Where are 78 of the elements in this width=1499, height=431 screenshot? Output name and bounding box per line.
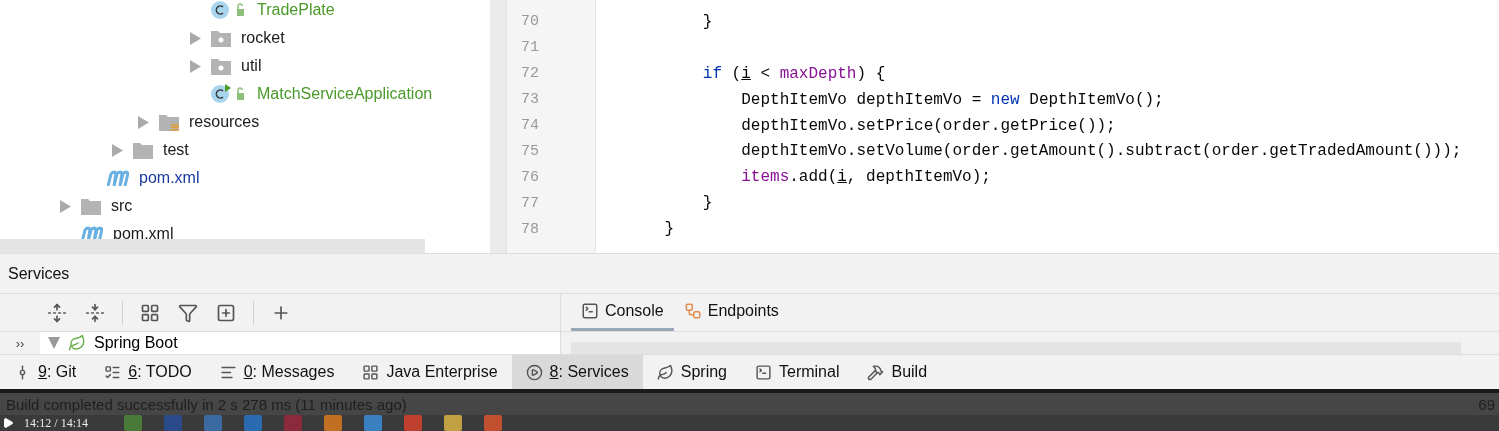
expand-arrow-icon[interactable] xyxy=(112,143,123,157)
package-folder-icon xyxy=(211,57,231,75)
video-time: 14:12 / 14:14 xyxy=(24,415,88,431)
package-folder-icon xyxy=(211,29,231,47)
line-number: 77 xyxy=(520,193,540,214)
filter-icon xyxy=(178,302,198,323)
tree-item-label[interactable]: resources xyxy=(189,113,260,131)
maven-file-icon xyxy=(107,170,129,186)
code-line: DepthItemVo depthItemVo = new DepthItemVo(); xyxy=(740,89,1165,111)
grid-icon xyxy=(140,302,160,323)
terminal-icon xyxy=(581,302,599,321)
expand-arrow-icon[interactable] xyxy=(48,337,60,349)
leaf-icon xyxy=(68,334,86,352)
grid-icon xyxy=(362,363,380,381)
taskbar-app-icon[interactable] xyxy=(324,415,342,431)
code-line: items.add(i, depthItemVo); xyxy=(740,167,992,189)
nodes-icon xyxy=(683,302,702,321)
expand-icon xyxy=(47,302,67,323)
line-number: 74 xyxy=(520,116,540,136)
expand-arrow-icon[interactable] xyxy=(138,115,149,129)
expand-panel-button[interactable]: ›› xyxy=(0,335,40,351)
folder-icon xyxy=(81,197,101,215)
expand-arrow-icon[interactable] xyxy=(190,31,201,45)
tool-window-button[interactable]: 6: TODO xyxy=(90,355,206,389)
tool-window-button[interactable]: Spring xyxy=(642,355,741,389)
horizontal-scrollbar[interactable] xyxy=(0,239,425,253)
vertical-scrollbar[interactable] xyxy=(490,0,506,253)
tree-item-label[interactable]: rocket xyxy=(241,29,285,47)
hammer-icon xyxy=(867,363,885,381)
line-number: 78 xyxy=(520,219,540,240)
class-icon xyxy=(211,0,247,20)
taskbar-app-icon[interactable] xyxy=(484,415,502,431)
line-number: 76 xyxy=(520,167,540,188)
list-icon xyxy=(104,363,122,381)
tree-item-label[interactable]: pom.xml xyxy=(139,169,200,187)
taskbar-app-icon[interactable] xyxy=(444,415,462,431)
tool-window-button[interactable]: Build xyxy=(853,355,942,389)
panel-title: Services xyxy=(8,264,70,283)
run-class-icon xyxy=(211,84,247,104)
code-line: if (i < maxDepth) { xyxy=(701,63,887,85)
terminal-icon xyxy=(755,363,772,381)
collapse-icon xyxy=(85,302,105,323)
tree-item-label[interactable]: test xyxy=(163,141,189,159)
code-line: } xyxy=(701,193,714,215)
square-plus-icon xyxy=(216,302,236,323)
tree-item-label[interactable]: TradePlate xyxy=(257,1,335,19)
tool-window-button[interactable]: 8: Services xyxy=(511,355,643,389)
tool-window-button[interactable]: 0: Messages xyxy=(205,355,349,389)
line-number: 70 xyxy=(520,12,540,33)
tool-window-button[interactable]: 9: Git xyxy=(0,355,91,389)
line-number: 72 xyxy=(520,64,540,85)
resources-folder-icon xyxy=(159,113,179,131)
tree-item-label[interactable]: MatchServiceApplication xyxy=(257,85,433,103)
expand-arrow-icon[interactable] xyxy=(60,199,71,213)
expand-arrow-icon[interactable] xyxy=(190,59,201,73)
folder-icon xyxy=(133,141,153,159)
line-number: 73 xyxy=(520,90,540,111)
line-number: 71 xyxy=(520,38,540,59)
service-tree-item[interactable]: Spring Boot xyxy=(40,332,560,354)
leaf-icon xyxy=(656,363,674,381)
taskbar-app-icon[interactable] xyxy=(404,415,422,431)
service-label: Spring Boot xyxy=(94,334,178,352)
tool-window-button[interactable]: Terminal xyxy=(741,355,854,389)
tree-item-label[interactable]: util xyxy=(241,57,262,75)
taskbar-app-icon[interactable] xyxy=(364,415,382,431)
code-line: depthItemVo.setVolume(order.getAmount().subtract(order.getTradedAmount())); xyxy=(740,141,1463,163)
tool-window-button[interactable]: Java Enterprise xyxy=(348,355,512,389)
code-line: depthItemVo.setPrice(order.getPrice()); xyxy=(740,115,1117,137)
code-line: } xyxy=(663,219,675,241)
panel-tab[interactable]: Console xyxy=(571,294,674,332)
code-line: } xyxy=(701,11,714,33)
tree-item-label[interactable]: src xyxy=(111,197,133,215)
play-icon[interactable] xyxy=(2,417,14,429)
tree-item-label[interactable]: pom.xml xyxy=(113,225,174,243)
line-number: 75 xyxy=(520,141,540,162)
panel-tab[interactable]: Endpoints xyxy=(673,294,789,332)
play-circle-icon xyxy=(525,363,543,381)
maven-file-icon xyxy=(81,226,103,242)
